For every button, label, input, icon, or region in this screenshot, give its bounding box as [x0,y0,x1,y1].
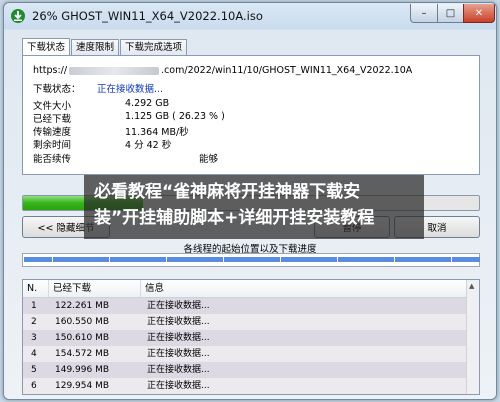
thread-segment [252,257,266,262]
thread-segment [452,257,466,262]
close-button[interactable]: ✕ [463,4,495,23]
url-suffix: .com/2022/win11/10/GHOST_WIN11_X64_V2022… [161,65,413,76]
table-row[interactable]: 6 129.954 MB 正在接收数据... [23,378,467,394]
thread-segment [209,257,223,262]
thread-segment [466,257,480,262]
downloaded-label: 已经下载 [33,114,72,125]
size-value: 4.292 GB [125,98,170,109]
thread-segment [24,257,38,262]
maximize-button[interactable]: □ [437,4,464,23]
remaining-label: 剩余时间 [33,140,72,151]
thread-table: N. 已经下载 信息 1 122.261 MB 正在接收数据... 2 160.… [22,279,480,395]
row-number: 6 [31,381,37,391]
row-number: 2 [31,317,37,327]
status-value: 正在接收数据... [97,84,164,95]
row-downloaded: 122.261 MB [55,301,110,311]
row-info: 正在接收数据... [147,381,210,391]
speed-value: 11.364 MB/秒 [125,127,189,138]
table-row[interactable]: 1 122.261 MB 正在接收数据... [23,298,467,314]
thread-segment [124,257,138,262]
table-row[interactable]: 5 149.996 MB 正在接收数据... [23,362,467,378]
tab-strip: 下载状态 速度限制 下载完成选项 [22,38,188,55]
row-number: 1 [31,301,37,311]
speed-label: 传输速度 [33,127,72,138]
thread-segment [152,257,166,262]
thread-segment [323,257,337,262]
table-header: N. 已经下载 信息 [23,280,479,298]
thread-segment [266,257,280,262]
thread-segment [366,257,380,262]
thread-segment [67,257,81,262]
download-window: 26% GHOST_WIN11_X64_V2022.10A.iso – □ ✕ … [3,2,497,400]
row-number: 5 [31,365,37,375]
thread-segment [138,257,152,262]
window-title: 26% GHOST_WIN11_X64_V2022.10A.iso [32,9,263,23]
thread-segment [81,257,95,262]
row-info: 正在接收数据... [147,317,210,327]
thread-segment [409,257,423,262]
row-info: 正在接收数据... [147,333,210,343]
column-header-downloaded[interactable]: 已经下载 [49,280,141,297]
table-body: 1 122.261 MB 正在接收数据... 2 160.550 MB 正在接收… [23,298,479,394]
thread-segment [167,257,181,262]
thread-segment [380,257,394,262]
table-scrollbar[interactable]: ▲ [466,280,479,394]
minimize-button[interactable]: – [410,4,438,23]
row-downloaded: 154.572 MB [55,349,110,359]
row-info: 正在接收数据... [147,301,210,311]
thread-segment [423,257,437,262]
thread-segment [38,257,52,262]
tab-completion-options[interactable]: 下载完成选项 [120,39,188,55]
thread-segment [352,257,366,262]
url-row: https:// .com/2022/win11/10/GHOST_WIN11_X… [33,65,412,76]
tab-speed-limit[interactable]: 速度限制 [71,39,120,55]
thread-segment [195,257,209,262]
thread-segment [437,257,451,262]
row-info: 正在接收数据... [147,365,210,375]
thread-segment [224,257,238,262]
resume-label: 能否续传 [33,154,72,165]
resume-value: 能够 [199,154,219,165]
overlay-line-1: 必看教程“雀神麻将开挂神器下载安 [94,182,361,202]
thread-segment [110,257,124,262]
promo-overlay-banner: 必看教程“雀神麻将开挂神器下载安 装”开挂辅助脚本+详细开挂安装教程 [84,175,424,239]
column-header-info[interactable]: 信息 [141,280,467,297]
tab-download-status[interactable]: 下载状态 [22,38,71,55]
download-details-panel: https:// .com/2022/win11/10/GHOST_WIN11_X… [22,55,480,175]
thread-segment [238,257,252,262]
thread-segment [53,257,67,262]
row-downloaded: 160.550 MB [55,317,110,327]
thread-segment [395,257,409,262]
threads-progress-bar [22,253,480,267]
size-label: 文件大小 [33,101,72,112]
thread-segment [281,257,295,262]
row-number: 3 [31,333,37,343]
overlay-line-2: 装”开挂辅助脚本+详细开挂安装教程 [94,208,375,228]
blurred-domain [69,66,160,75]
table-row[interactable]: 2 160.550 MB 正在接收数据... [23,314,467,330]
thread-segment [295,257,309,262]
row-downloaded: 150.610 MB [55,333,110,343]
thread-segment [309,257,323,262]
thread-segment [181,257,195,262]
title-bar[interactable]: 26% GHOST_WIN11_X64_V2022.10A.iso – □ ✕ [4,3,496,29]
thread-segment [95,257,109,262]
table-row[interactable]: 4 154.572 MB 正在接收数据... [23,346,467,362]
remaining-value: 4 分 42 秒 [125,140,172,151]
download-app-icon [11,9,25,23]
row-number: 4 [31,349,37,359]
column-header-no[interactable]: N. [23,280,49,297]
row-downloaded: 129.954 MB [55,381,110,391]
scroll-up-icon[interactable]: ▲ [469,282,474,290]
url-prefix: https:// [33,65,68,76]
table-row[interactable]: 3 150.610 MB 正在接收数据... [23,330,467,346]
status-label: 下载状态： [33,84,81,95]
thread-segment [338,257,352,262]
row-downloaded: 149.996 MB [55,365,110,375]
row-info: 正在接收数据... [147,349,210,359]
downloaded-value: 1.125 GB ( 26.23 % ) [125,111,225,122]
